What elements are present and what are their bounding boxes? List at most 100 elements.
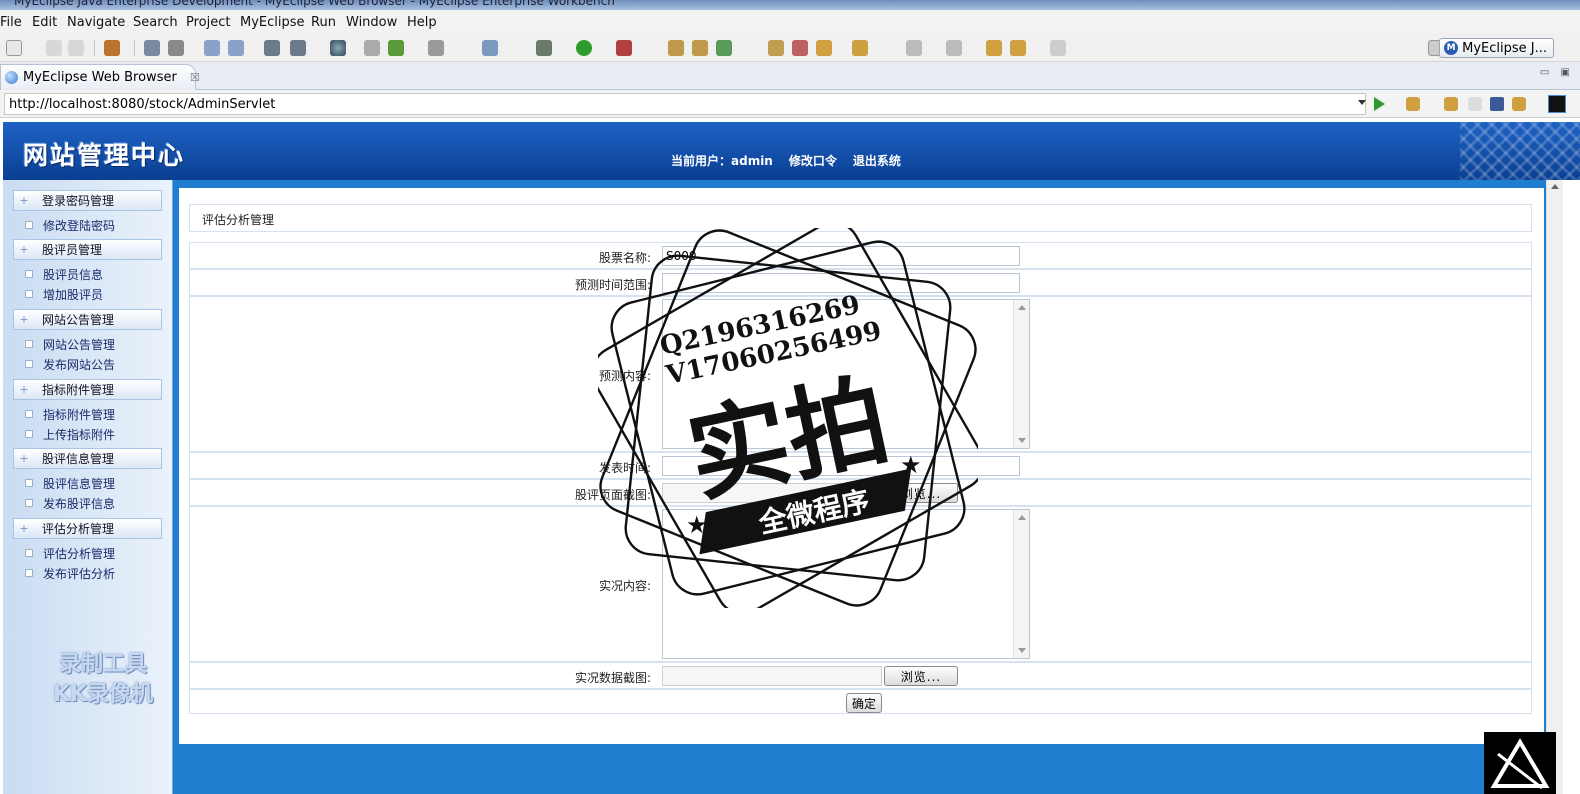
package-icon[interactable] [104,40,120,56]
scroll-up-icon[interactable] [1018,515,1026,520]
url-dropdown-icon[interactable] [1358,100,1366,105]
tab-web-browser[interactable]: MyEclipse Web Browser ☒ [0,64,200,90]
menu-window[interactable]: Window [346,15,407,30]
next-annotation-icon[interactable] [906,40,922,56]
scroll-up-icon[interactable] [1551,184,1559,189]
browser-forward-icon[interactable] [1468,97,1482,111]
form-row-actual-content: 实况内容: [189,506,1532,662]
sidebar-item-manage-attachments[interactable]: 指标附件管理 [25,405,115,423]
actual-content-textarea[interactable] [662,509,1030,659]
stock-name-label: 股票名称: [598,251,651,265]
forecast-range-input[interactable] [662,273,1020,293]
last-edit-icon[interactable] [986,40,1002,56]
menu-help[interactable]: Help [407,15,447,30]
browser-globe-icon[interactable] [330,40,346,56]
stock-name-input[interactable] [662,246,1020,266]
menu-project[interactable]: Project [186,15,240,30]
save-all-icon[interactable] [68,40,84,56]
scroll-down-icon[interactable] [1018,438,1026,443]
debug-icon[interactable] [536,40,552,56]
panel-title: 评估分析管理 [189,204,1532,232]
save-icon[interactable] [46,40,62,56]
forward-icon[interactable] [1050,40,1066,56]
favorites-icon[interactable] [1406,97,1420,111]
tab-label: MyEclipse Web Browser [23,70,177,85]
terminal-icon[interactable] [1548,95,1566,113]
menu-search[interactable]: Search [133,15,188,30]
site-logo: 网站管理中心 [23,141,186,170]
sidebar-item-publish-review[interactable]: 发布股评信息 [25,494,115,512]
sidebar-item-upload-attachment[interactable]: 上传指标附件 [25,425,115,443]
back-icon[interactable] [1010,40,1026,56]
wizard-icon[interactable] [204,40,220,56]
toolbar-separator [134,40,135,56]
sidebar-group-indicator-attachments[interactable]: + 指标附件管理 [13,379,162,400]
go-icon[interactable] [1374,97,1388,111]
review-screenshot-file-field[interactable] [662,483,882,503]
perspective-label: MyEclipse J... [1462,40,1547,56]
menu-run[interactable]: Run [311,15,346,30]
logout-link[interactable]: 退出系统 [853,152,901,169]
new-class-icon[interactable] [668,40,684,56]
menu-edit[interactable]: Edit [32,15,67,30]
textarea-scrollbar[interactable] [1013,510,1029,658]
change-password-link[interactable]: 修改口令 [789,152,837,169]
prev-annotation-icon[interactable] [946,40,962,56]
submit-button[interactable]: 确定 [846,693,882,713]
browser-back-icon[interactable] [1444,97,1458,111]
sidebar-group-reviews[interactable]: + 股评信息管理 [13,448,162,469]
deploy-icon[interactable] [264,40,280,56]
sidebar-group-evaluation[interactable]: + 评估分析管理 [13,518,162,539]
minimize-maximize-icon[interactable]: ▭ ▣ [1540,67,1574,78]
sidebar-group-announcements[interactable]: + 网站公告管理 [13,309,162,330]
database-icon[interactable] [168,40,184,56]
page-scrollbar[interactable] [1546,180,1563,794]
sidebar-item-manage-evaluation[interactable]: 评估分析管理 [25,544,115,562]
sidebar-item-publish-evaluation[interactable]: 发布评估分析 [25,564,115,582]
bug-icon[interactable] [144,40,160,56]
menu-file[interactable]: File [0,15,32,30]
build-icon[interactable] [482,40,498,56]
bullet-icon [25,410,33,418]
review-screenshot-browse-button[interactable]: 浏览... [884,483,958,503]
refresh-icon[interactable] [388,40,404,56]
sidebar-group-login-password[interactable]: + 登录密码管理 [13,190,162,211]
publish-time-input[interactable] [662,456,1020,476]
actual-data-browse-button[interactable]: 浏览... [884,666,958,686]
close-icon[interactable]: ☒ [190,71,200,84]
new-package-icon[interactable] [692,40,708,56]
scroll-down-icon[interactable] [1018,648,1026,653]
forecast-content-textarea[interactable] [662,299,1030,449]
browser-refresh-icon[interactable] [1512,97,1526,111]
folder-icon[interactable] [816,40,832,56]
textarea-scrollbar[interactable] [1013,300,1029,448]
new-project-icon[interactable] [716,40,732,56]
run-icon[interactable] [576,40,592,56]
menu-myeclipse[interactable]: MyEclipse [240,15,315,30]
sidebar-item-add-analyst[interactable]: 增加股评员 [25,285,103,303]
sidebar-item-analyst-info[interactable]: 股评员信息 [25,265,103,283]
camera-icon[interactable] [428,40,444,56]
actual-data-file-field[interactable] [662,666,882,686]
menu-navigate[interactable]: Navigate [67,15,135,30]
new-icon[interactable] [6,40,22,56]
stop-icon[interactable] [1490,97,1504,111]
sidebar-item-manage-reviews[interactable]: 股评信息管理 [25,474,115,492]
sidebar-item-manage-announcements[interactable]: 网站公告管理 [25,335,115,353]
external-tools-icon[interactable] [616,40,632,56]
url-input[interactable] [4,93,1366,115]
open-type-icon[interactable] [768,40,784,56]
search-icon[interactable] [852,40,868,56]
main-toolbar: M MyEclipse J... [0,34,1580,62]
scroll-up-icon[interactable] [1018,305,1026,310]
server-icon[interactable] [290,40,306,56]
current-user-label: 当前用户：admin [671,154,773,168]
wizard2-icon[interactable] [228,40,244,56]
sidebar-item-publish-announcement[interactable]: 发布网站公告 [25,355,115,373]
perspective-button[interactable]: M MyEclipse J... [1439,38,1554,58]
sidebar-group-analysts[interactable]: + 股评员管理 [13,239,162,260]
pin-icon[interactable] [792,40,808,56]
open-icon[interactable] [364,40,380,56]
sidebar-item-change-login-password[interactable]: 修改登陆密码 [25,216,115,234]
review-screenshot-label: 股评页面截图: [574,488,651,502]
